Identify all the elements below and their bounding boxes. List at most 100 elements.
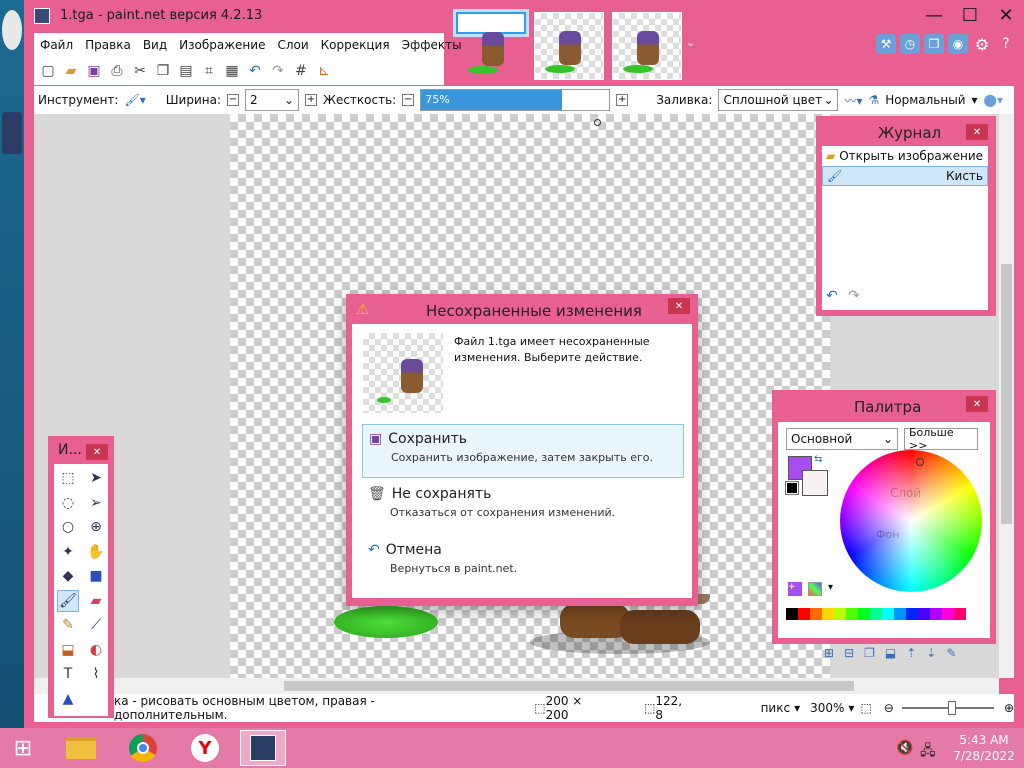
ellipse-select-icon[interactable]: ○ xyxy=(57,516,79,538)
maximize-button[interactable]: ☐ xyxy=(952,0,988,30)
crop-icon[interactable]: ⌗ xyxy=(199,61,219,81)
add-layer-icon[interactable]: ⊞ xyxy=(824,646,834,660)
undo-icon[interactable]: ↶ xyxy=(245,61,265,81)
menu-edit[interactable]: Правка xyxy=(79,38,137,52)
dont-save-option-button[interactable]: 🗑 Не сохранять Отказаться от сохранения и… xyxy=(362,480,684,534)
text-icon[interactable]: T xyxy=(57,663,79,685)
zoom-window-icon[interactable]: ⬚ xyxy=(860,701,871,715)
menu-image[interactable]: Изображение xyxy=(173,38,271,52)
palette-swatch[interactable] xyxy=(798,608,810,620)
merge-layer-icon[interactable]: ⬓ xyxy=(885,646,896,660)
save-option-button[interactable]: ▣ Сохранить Сохранить изображение, затем … xyxy=(362,424,684,478)
line-curve-icon[interactable]: ⌇ xyxy=(85,663,107,685)
move-selection-icon[interactable]: ➢ xyxy=(85,492,107,514)
hardness-slider[interactable]: 75% xyxy=(420,89,611,111)
alpha-blending-icon[interactable]: ⬤▾ xyxy=(984,93,1003,107)
palette-swatch[interactable] xyxy=(810,608,822,620)
dialog-close-button[interactable]: ✕ xyxy=(668,298,690,314)
palette-swatch[interactable] xyxy=(786,608,798,620)
tools-close-button[interactable]: ✕ xyxy=(86,444,108,460)
antialias-icon[interactable]: 〰▾ xyxy=(844,92,862,109)
menu-file[interactable]: Файл xyxy=(34,38,79,52)
palette-swatch[interactable] xyxy=(942,608,954,620)
palette-menu-icon[interactable] xyxy=(808,582,822,596)
add-color-icon[interactable]: + xyxy=(788,582,802,596)
move-selected-icon[interactable]: ➤ xyxy=(85,467,107,489)
desktop-icon[interactable] xyxy=(2,112,22,154)
fill-select[interactable]: Сплошной цвет ⌄ xyxy=(718,89,839,111)
horizontal-scroll-thumb[interactable] xyxy=(284,681,854,691)
chevron-down-icon[interactable]: ▾ xyxy=(848,701,854,715)
chrome-icon[interactable] xyxy=(120,730,166,766)
tabs-dropdown-icon[interactable]: ⌄ xyxy=(686,36,695,49)
file-explorer-icon[interactable] xyxy=(58,730,104,766)
menu-adjustments[interactable]: Коррекция xyxy=(315,38,396,52)
palette-swatch[interactable] xyxy=(930,608,942,620)
desktop-icon[interactable] xyxy=(2,10,22,50)
deselect-icon[interactable]: ▦ xyxy=(222,61,242,81)
menu-layers[interactable]: Слои xyxy=(271,38,314,52)
menu-view[interactable]: Вид xyxy=(137,38,173,52)
history-item[interactable]: ▰ Открыть изображение xyxy=(822,146,988,166)
palette-swatch[interactable] xyxy=(846,608,858,620)
chevron-down-icon[interactable]: ▾ xyxy=(828,582,833,593)
tools-toggle-icon[interactable]: ⚒ xyxy=(876,34,896,54)
speaker-muted-icon[interactable]: 🔇 xyxy=(896,740,913,756)
colors-toggle-icon[interactable]: ◉ xyxy=(948,34,968,54)
lasso-select-icon[interactable]: ◌ xyxy=(57,492,79,514)
horizontal-scrollbar[interactable] xyxy=(34,678,999,694)
magic-wand-icon[interactable]: ✦ xyxy=(57,541,79,563)
palette-swatch[interactable] xyxy=(954,608,966,620)
duplicate-layer-icon[interactable]: ❐ xyxy=(864,646,875,660)
image-tab-thumbnail[interactable] xyxy=(612,12,682,80)
cut-icon[interactable]: ✂ xyxy=(130,61,150,81)
history-toggle-icon[interactable]: ◷ xyxy=(900,34,920,54)
copy-icon[interactable]: ❐ xyxy=(153,61,173,81)
pan-icon[interactable]: ✋ xyxy=(85,541,107,563)
image-tab-thumbnail[interactable] xyxy=(453,9,529,74)
palette-swatch[interactable] xyxy=(906,608,918,620)
move-layer-down-icon[interactable]: ⇣ xyxy=(926,646,936,660)
move-layer-up-icon[interactable]: ⇡ xyxy=(906,646,916,660)
grid-icon[interactable]: # xyxy=(291,61,311,81)
layers-toggle-icon[interactable]: ❐ xyxy=(924,34,944,54)
swap-colors-icon[interactable]: ⇆ xyxy=(814,454,822,465)
zoom-slider-thumb[interactable] xyxy=(947,701,956,715)
palette-preset-select[interactable]: Основной ⌄ xyxy=(786,428,898,450)
zoom-in-icon[interactable]: ⊕ xyxy=(1004,701,1014,715)
recolor-icon[interactable]: ◐ xyxy=(85,639,107,661)
secondary-color-swatch[interactable] xyxy=(802,470,828,496)
zoom-out-icon[interactable]: ⊖ xyxy=(884,701,894,715)
image-tab-thumbnail[interactable] xyxy=(534,12,604,80)
history-undo-icon[interactable]: ↶ xyxy=(826,288,838,304)
pencil-icon[interactable]: ✎ xyxy=(57,614,79,636)
rectangle-select-icon[interactable]: ⬚ xyxy=(57,467,79,489)
delete-layer-icon[interactable]: ⊟ xyxy=(844,646,854,660)
color-wheel[interactable] xyxy=(840,450,982,592)
blend-mode-select[interactable]: Нормальный xyxy=(885,93,965,107)
minimize-button[interactable]: — xyxy=(916,0,952,30)
shapes-icon[interactable]: ▲ xyxy=(57,688,79,710)
history-redo-icon[interactable]: ↷ xyxy=(848,288,860,304)
width-increase-button[interactable]: + xyxy=(305,94,318,106)
paintbrush-tool-icon[interactable]: 🖌▾ xyxy=(124,93,145,107)
save-icon[interactable]: ▣ xyxy=(84,61,104,81)
vertical-scrollbar[interactable] xyxy=(999,114,1014,678)
new-icon[interactable]: ▢ xyxy=(38,61,58,81)
width-decrease-button[interactable]: − xyxy=(227,94,240,106)
print-icon[interactable]: ⎙ xyxy=(107,61,127,81)
help-icon[interactable]: ? xyxy=(996,34,1016,54)
palette-swatch[interactable] xyxy=(918,608,930,620)
clock[interactable]: 5:43 AM 7/28/2022 xyxy=(952,732,1016,764)
more-button[interactable]: Больше >> xyxy=(904,426,978,452)
palette-swatch[interactable] xyxy=(882,608,894,620)
start-windows-icon[interactable]: ⊞ xyxy=(0,730,46,766)
yandex-browser-icon[interactable]: Y xyxy=(182,730,228,766)
close-button[interactable]: ✕ xyxy=(988,0,1024,30)
network-icon[interactable]: 🖧 xyxy=(920,740,936,764)
history-item[interactable]: 🖌 Кисть xyxy=(822,166,988,186)
settings-gear-icon[interactable]: ⚙ xyxy=(972,34,992,54)
ruler-icon[interactable]: ⊾ xyxy=(314,61,334,81)
hardness-increase-button[interactable]: + xyxy=(616,94,629,106)
palette-swatch[interactable] xyxy=(894,608,906,620)
